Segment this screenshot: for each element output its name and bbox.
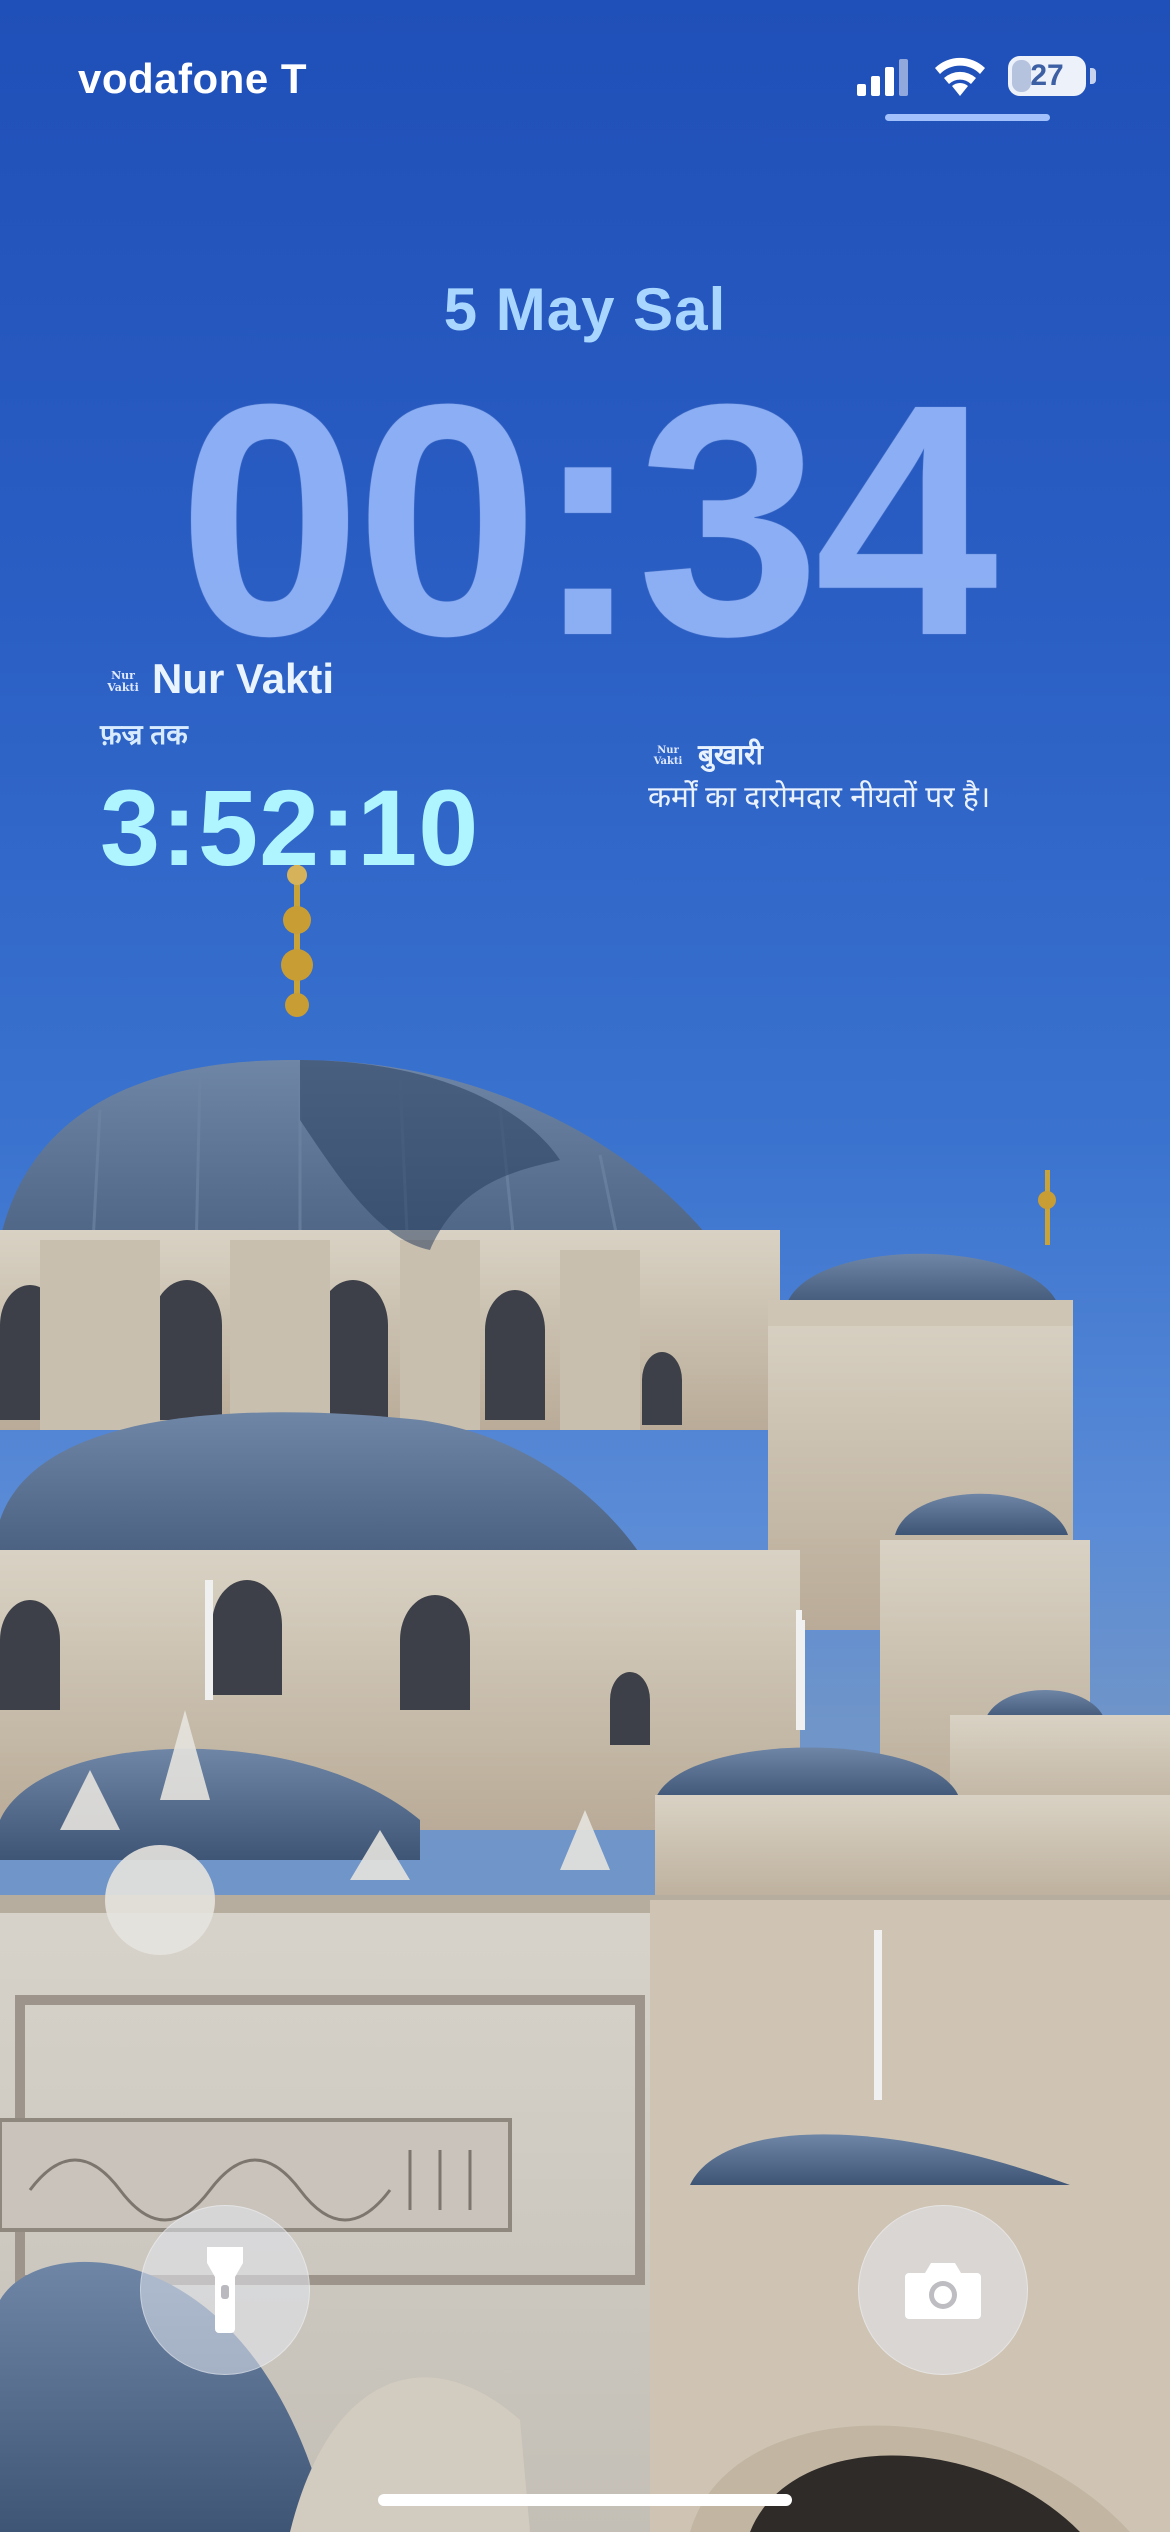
battery-nub — [1090, 68, 1096, 84]
camera-icon — [905, 2263, 981, 2319]
carrier-name: vodafone T — [78, 55, 308, 102]
camera-button[interactable] — [858, 2205, 1028, 2375]
hadith-source-label: बुखारी — [698, 739, 763, 770]
lockscreen-clock[interactable]: 00:34 — [0, 355, 1170, 685]
widget-subtitle: फ़ज्र तक — [100, 719, 188, 750]
nur-vakti-logo: Nur Vakti — [653, 745, 683, 767]
flashlight-button[interactable] — [140, 2205, 310, 2375]
flashlight-icon — [207, 2247, 243, 2333]
prayer-countdown: 3:52:10 — [100, 767, 480, 888]
wifi-icon — [935, 57, 985, 96]
hadith-quote: कर्मों का दारोमदार नीयतों पर है। — [648, 781, 991, 814]
widget-title: Nur Vakti Nur Vakti — [100, 655, 334, 703]
widget-app-name: Nur Vakti — [152, 655, 335, 702]
status-bar: vodafone T 27 — [0, 0, 1170, 140]
lockscreen-date[interactable]: 5 May Sal — [0, 275, 1170, 344]
hadith-widget[interactable]: Nur Vakti बुखारी कर्मों का दारोमदार नीयतो… — [648, 735, 1118, 855]
battery-icon: 27 — [1008, 56, 1088, 98]
home-indicator[interactable] — [378, 2494, 792, 2506]
prayer-countdown-widget[interactable]: Nur Vakti Nur Vakti फ़ज्र तक 3:52:10 — [100, 655, 520, 888]
hadith-source: Nur Vakti बुखारी — [648, 735, 763, 773]
battery-percentage: 27 — [1030, 59, 1064, 92]
cellular-signal-icon — [857, 59, 908, 96]
status-bar-underline — [885, 114, 1050, 121]
nur-vakti-logo: Nur Vakti — [107, 669, 139, 694]
